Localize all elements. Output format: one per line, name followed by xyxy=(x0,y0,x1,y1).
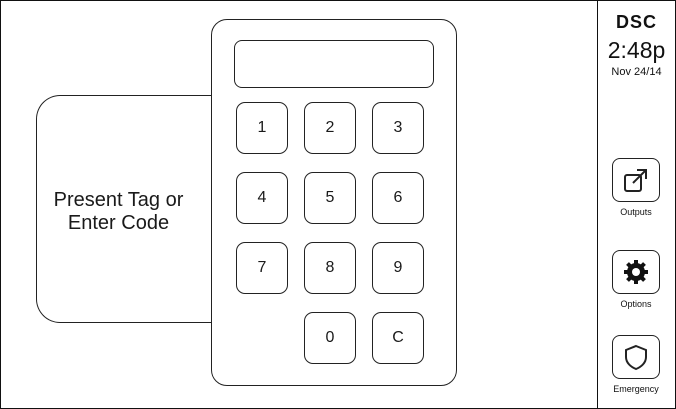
shield-icon xyxy=(612,335,660,379)
key-1[interactable]: 1 xyxy=(236,102,288,154)
external-link-icon xyxy=(612,158,660,202)
emergency-label: Emergency xyxy=(613,384,659,394)
sidebar: DSC 2:48p Nov 24/14 Outputs Options Emer… xyxy=(598,1,675,408)
key-2[interactable]: 2 xyxy=(304,102,356,154)
outputs-label: Outputs xyxy=(620,207,652,217)
key-4[interactable]: 4 xyxy=(236,172,288,224)
key-0[interactable]: 0 xyxy=(304,312,356,364)
key-clear[interactable]: C xyxy=(372,312,424,364)
options-label: Options xyxy=(620,299,652,309)
brand-logo: DSC xyxy=(615,12,657,32)
prompt-text: Present Tag or Enter Code xyxy=(53,189,184,234)
code-display xyxy=(234,40,434,88)
main-area: Present Tag or Enter Code 1 2 3 4 5 6 7 … xyxy=(1,1,597,408)
key-3[interactable]: 3 xyxy=(372,102,424,154)
key-6[interactable]: 6 xyxy=(372,172,424,224)
emergency-button[interactable]: Emergency xyxy=(611,335,661,408)
keypad-screen: Present Tag or Enter Code 1 2 3 4 5 6 7 … xyxy=(0,0,676,409)
key-5[interactable]: 5 xyxy=(304,172,356,224)
key-9[interactable]: 9 xyxy=(372,242,424,294)
key-7[interactable]: 7 xyxy=(236,242,288,294)
outputs-button[interactable]: Outputs xyxy=(611,158,661,234)
gear-icon xyxy=(612,250,660,294)
key-8[interactable]: 8 xyxy=(304,242,356,294)
clock-time: 2:48p xyxy=(607,37,666,63)
clock-date: Nov 24/14 xyxy=(611,66,662,78)
options-button[interactable]: Options xyxy=(611,250,661,326)
